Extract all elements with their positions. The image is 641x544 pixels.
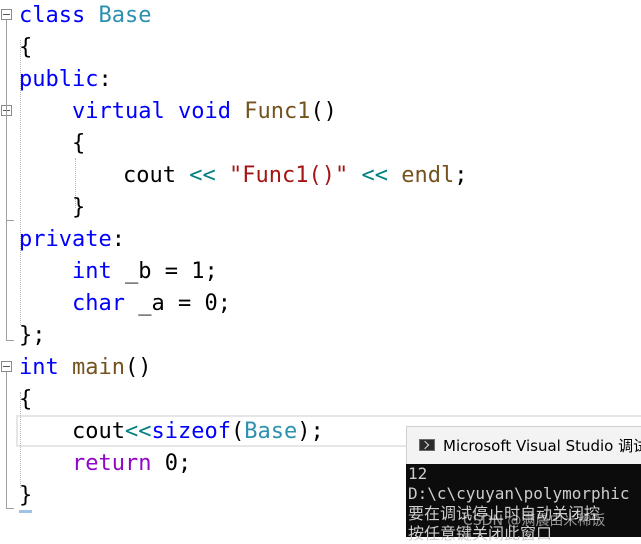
console-title: Microsoft Visual Studio 调试 [443,437,641,455]
code-token: : [98,67,112,92]
code-token: << [189,163,216,188]
code-line: { [0,128,641,160]
code-line: public: [0,64,641,96]
code-token: _a = 0; [124,291,231,316]
code-token: << [124,419,152,444]
code-token: return [72,451,152,476]
code-line: } [0,192,641,224]
code-token: ); [297,419,324,444]
code-token: Base [244,419,298,444]
code-token: ; [454,163,468,188]
code-token: 0; [151,451,192,476]
code-token: endl [401,163,455,188]
code-token: sizeof [151,419,231,444]
code-token: : [111,227,125,252]
console-app-icon [419,439,435,451]
code-line: int _b = 1; [0,256,641,288]
code-token: char [72,291,125,316]
code-line: }; [0,320,641,352]
code-token: int [72,259,112,284]
code-line: char _a = 0; [0,288,641,320]
code-line: int main() [0,352,641,384]
code-token: }; [19,323,46,348]
code-line: class Base [0,0,641,32]
code-token: Base [98,3,152,28]
console-titlebar[interactable]: Microsoft Visual Studio 调试 [406,426,641,464]
code-token: { [19,387,33,412]
code-token: } [19,483,33,508]
code-token: cout [72,419,125,444]
code-line: private: [0,224,641,256]
code-token: () [124,355,152,380]
code-token: void [177,99,231,124]
code-token: main [72,355,125,380]
code-token: { [72,131,86,156]
code-token: } [72,195,86,220]
code-token: virtual [72,99,165,124]
code-token: Func1 [244,99,311,124]
code-token: { [19,35,33,60]
code-line: cout << "Func1()" << endl; [0,160,641,192]
code-line: { [0,32,641,64]
code-token: int [19,355,59,380]
code-token: cout [123,163,190,188]
code-token: () [310,99,337,124]
code-token: private [19,227,112,252]
console-output-line: D:\c\cyuyan\polymorphic [408,484,630,503]
code-token: "Func1()" [228,163,349,188]
code-token: class [19,3,86,28]
code-token: << [361,163,388,188]
console-output-line: 12 [408,464,428,483]
code-line: { [0,384,641,416]
watermark-text: CSDN @满晨由米稀饭 [463,513,606,529]
scroll-marker [19,510,32,513]
code-token: ( [230,419,245,444]
code-token: _b = 1; [111,259,218,284]
code-line: virtual void Func1() [0,96,641,128]
code-token: public [19,67,99,92]
